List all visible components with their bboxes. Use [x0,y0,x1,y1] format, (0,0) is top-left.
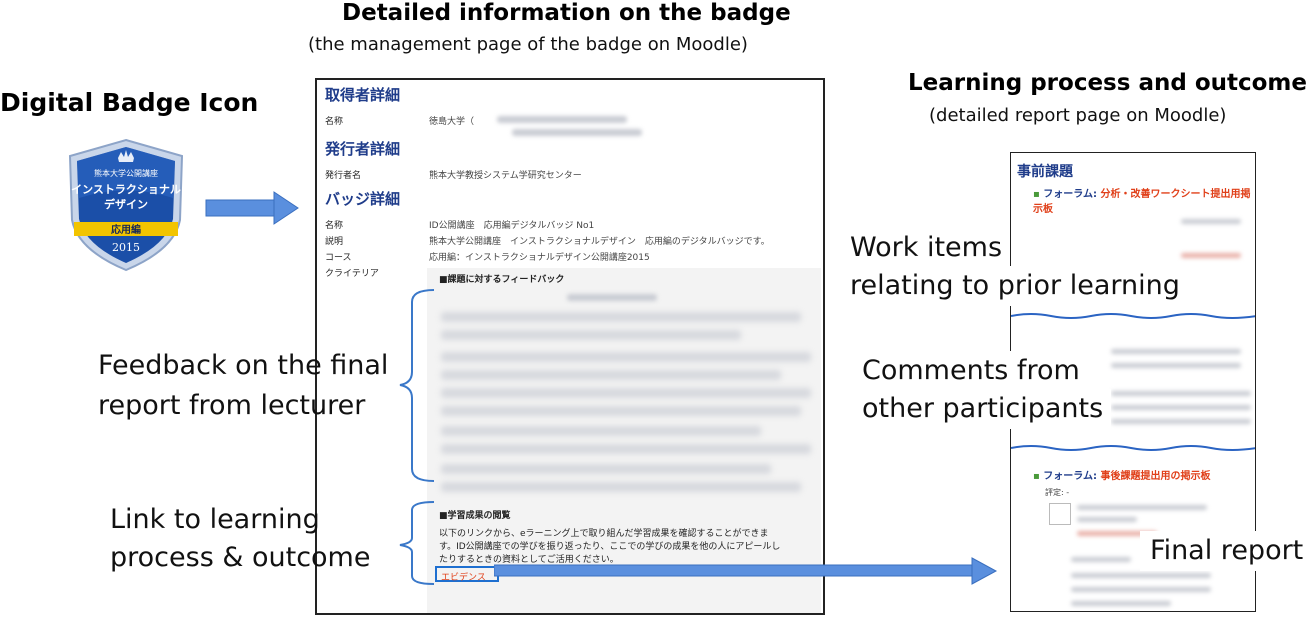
digital-badge-icon: 熊本大学公開講座 インストラクショナル デザイン 応用編 2015 [68,138,184,272]
feedback-label-line1: Feedback on the final [98,350,389,381]
blurred-text [1181,219,1241,224]
blurred-text [567,294,657,301]
blurred-text [1071,557,1131,562]
blurred-text [441,312,801,322]
blurred-text [1111,419,1251,424]
row-key: 説明 [325,237,344,247]
forum1-link[interactable]: ▪ フォーラム: 分析・改善ワークシート提出用掲示板 [1033,185,1255,215]
blurred-text [441,426,761,436]
row-value: ID公開講座 応用編デジタルバッジ No1 [429,221,595,231]
work-items-label-line2: relating to prior learning [850,266,1186,306]
blurred-text [1071,601,1171,606]
recipient-name-key: 名称 [325,117,344,127]
forum1-prefix: フォーラム: [1043,189,1101,200]
outcome-text-line: 以下のリンクから、eラーニング上で取り組んだ学習成果を確認することができま [439,529,769,539]
forum2-title: 事後課題提出用の掲示板 [1100,471,1211,482]
blurred-text [441,370,781,380]
evidence-link[interactable]: エビデンス [435,566,499,583]
badge-year: 2015 [112,241,140,254]
work-items-label-line1: Work items [850,228,1011,268]
link-label-line1: Link to learning [110,504,320,535]
feedback-heading: ■課題に対するフィードバック [439,275,565,285]
badge-to-page-arrow [205,191,299,225]
blurred-text [441,388,811,398]
feedback-section: ■課題に対するフィードバック [427,268,821,506]
issuer-name-key: 発行者名 [325,171,362,181]
right-title: Learning process and outcome [908,70,1307,96]
blurred-text [441,406,801,416]
badge-line2: インストラクショナル [71,183,181,196]
eval-label: 評定: - [1045,488,1070,497]
forum2-prefix: フォーラム: [1043,471,1101,482]
link-label-line2: process & outcome [110,542,371,573]
issuer-heading: 発行者詳細 [325,140,401,158]
blurred-text [1077,517,1137,522]
badge-detail-heading: バッジ詳細 [325,190,401,208]
blurred-text [1077,505,1207,510]
blurred-text [441,444,811,454]
issuer-name-value: 熊本大学教授システム学研究センター [429,171,582,181]
blurred-text [441,330,741,340]
blurred-text [1111,349,1241,354]
blurred-text [1071,587,1211,592]
badge-management-page: 取得者詳細 名称 徳島大学（ 発行者詳細 発行者名 熊本大学教授システム学研究セ… [315,78,825,615]
blurred-text [1181,253,1241,258]
outcome-text-line: す。ID公開講座での学びを振り返ったり、ここでの学びの成果を他の人にアピールし [439,542,781,552]
recipient-heading: 取得者詳細 [325,86,401,104]
badge-ribbon: 応用編 [111,223,141,236]
comments-label-line1: Comments from [862,351,1088,391]
comments-label-line2: other participants [862,389,1112,429]
row-key: 名称 [325,221,344,231]
blurred-text [441,352,811,362]
avatar [1049,503,1071,525]
badge-icon-heading: Digital Badge Icon [0,88,259,117]
feedback-label-line2: report from lecturer [98,390,366,421]
evidence-to-report-arrow [494,557,998,585]
row-key: クライテリア [325,269,379,279]
blurred-text [441,464,771,474]
recipient-name-value: 徳島大学（ [429,117,475,127]
middle-subtitle: (the management page of the badge on Moo… [308,34,748,55]
blurred-text [1071,573,1211,578]
badge-line1: 熊本大学公開講座 [94,168,158,178]
row-value: 熊本大学公開講座 インストラクショナルデザイン 応用編のデジタルバッジです。 [429,237,770,247]
blurred-text [1111,363,1241,368]
prior-task-heading: 事前課題 [1017,164,1073,180]
row-key: コース [325,253,352,263]
blurred-text [512,129,642,136]
link-brace [399,501,435,585]
feedback-brace [399,289,435,482]
torn-edge [1011,445,1255,451]
blurred-text [441,482,801,492]
blurred-text [497,116,627,123]
row-value: 応用編：インストラクショナルデザイン公開講座2015 [429,253,650,263]
badge-line3: デザイン [104,197,148,211]
torn-edge [1011,313,1255,319]
outcome-heading: ■学習成果の閲覧 [439,511,511,521]
middle-title: Detailed information on the badge [342,0,791,26]
blurred-text [1111,405,1251,410]
blurred-text [1111,391,1251,396]
right-subtitle: (detailed report page on Moodle) [929,105,1227,126]
forum2-link[interactable]: ▪ フォーラム: 事後課題提出用の掲示板 [1033,467,1210,482]
final-report-label: Final report [1140,531,1314,571]
